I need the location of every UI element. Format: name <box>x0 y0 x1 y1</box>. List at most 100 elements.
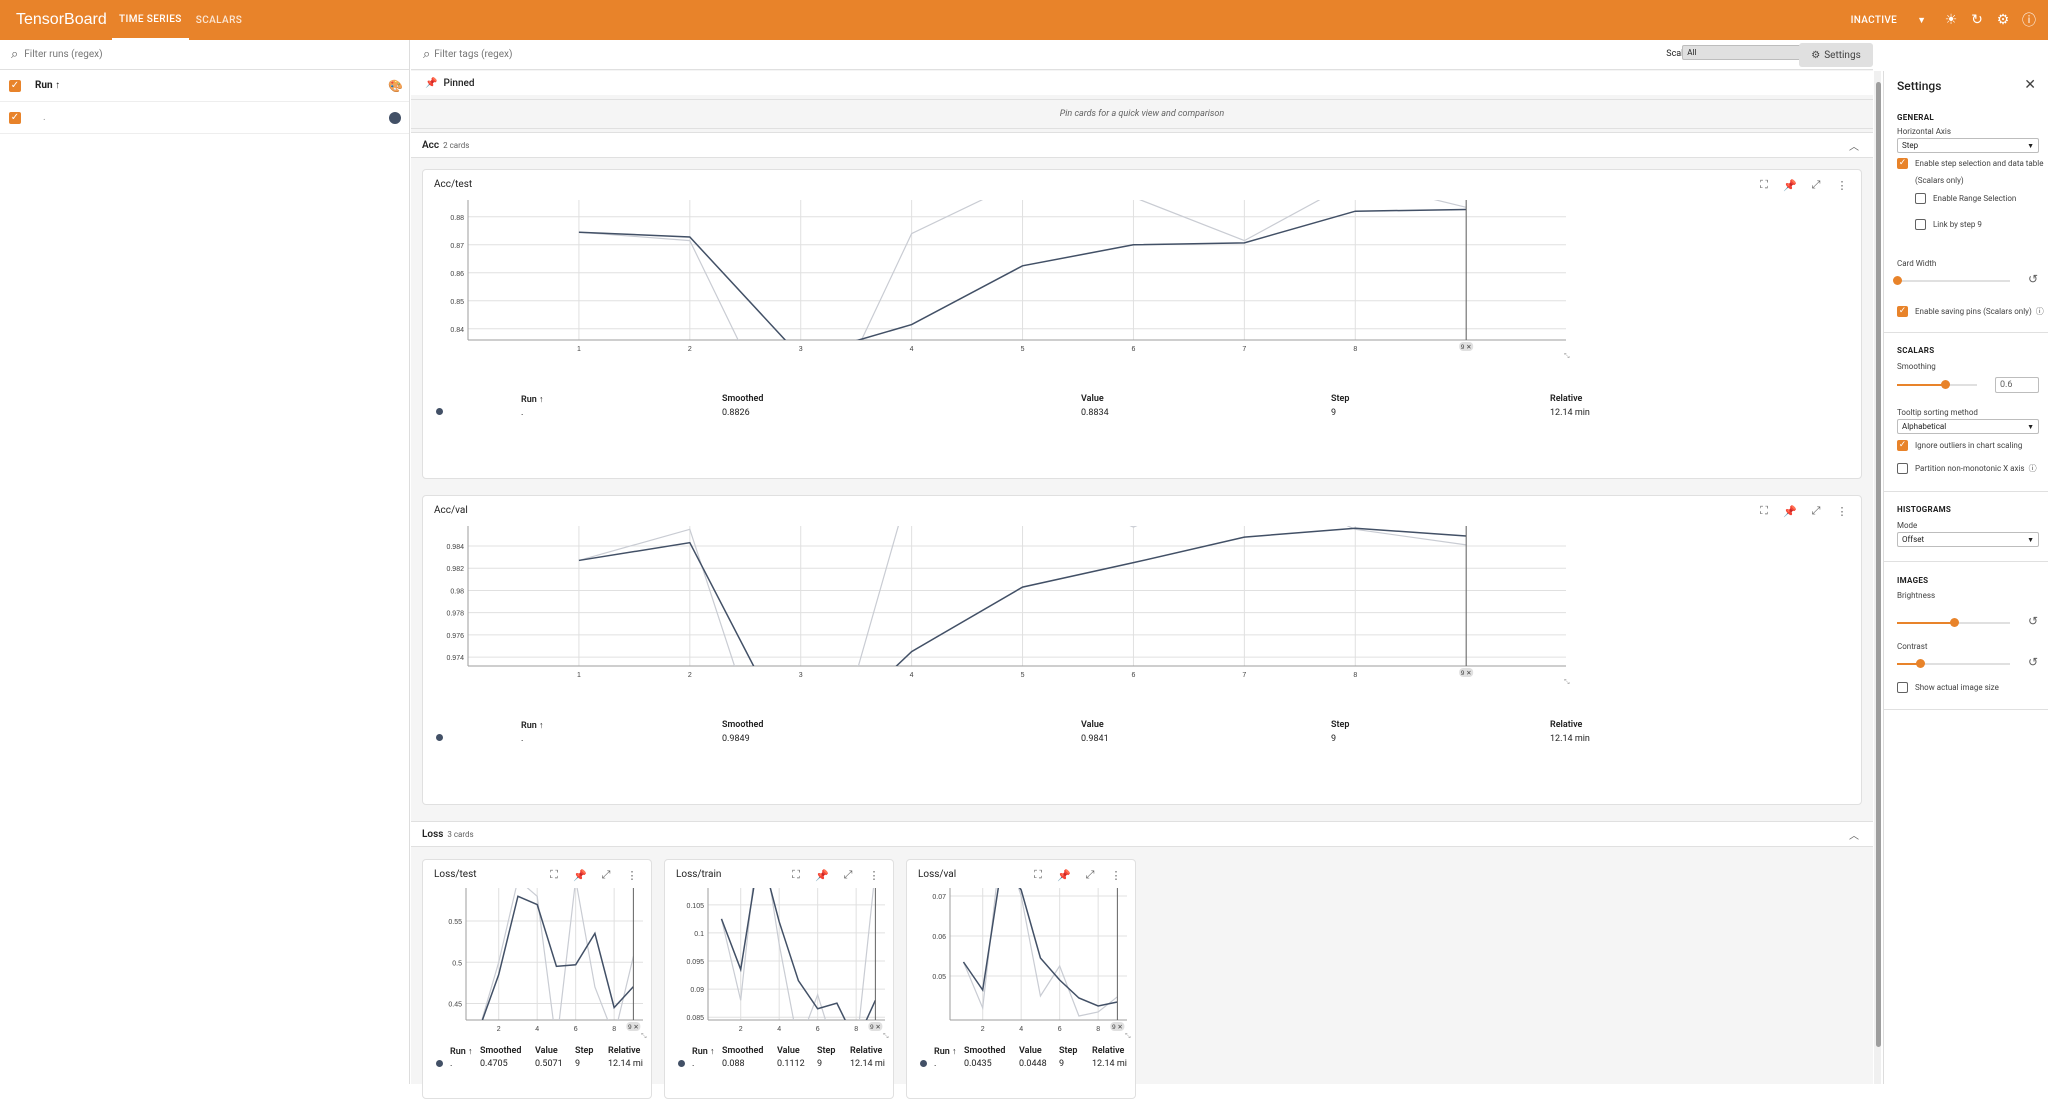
run-color-swatch[interactable] <box>389 111 401 124</box>
search-icon: ⌕ <box>11 47 19 62</box>
y-tick-label: 0.55 <box>448 919 462 926</box>
y-tick-label: 0.86 <box>450 271 464 278</box>
chevron-down-icon[interactable]: ▼ <box>1917 15 1926 26</box>
col-value: Value <box>1081 394 1104 404</box>
close-icon[interactable]: ✕ <box>2024 77 2036 93</box>
scalar-card-acc-test: Acc/test ⛶ 📌 ⤢ ⋮ 1234567890.840.850.860.… <box>422 169 1862 479</box>
contrast-slider[interactable] <box>1897 659 2010 669</box>
tab-scalars[interactable]: SCALARS <box>189 0 250 40</box>
tab-time-series[interactable]: TIME SERIES <box>112 0 189 40</box>
dropdown-arrow-icon: ▼ <box>2027 141 2034 150</box>
x-tick-label: 6 <box>1132 672 1136 679</box>
series-line-raw <box>962 888 1118 1017</box>
smoothing-input[interactable]: 0.6 <box>1995 377 2039 393</box>
refresh-icon[interactable]: ↻ <box>1964 7 1990 33</box>
pinned-header: 📌 Pinned <box>411 71 1873 95</box>
x-tick-label: 4 <box>910 672 914 679</box>
y-tick-label: 0.84 <box>450 327 464 334</box>
y-tick-label: 0.974 <box>446 655 464 662</box>
chevron-up-icon[interactable]: ︿ <box>1849 138 1859 153</box>
scalar-card-acc-val: Acc/val ⛶ 📌 ⤢ ⋮ 1234567890.9740.9760.978… <box>422 495 1862 805</box>
enable-saving-pins-checkbox[interactable]: ✓ Enable saving pins (Scalars only) ⓘ <box>1897 303 2044 320</box>
resize-handle-icon: ⤡ <box>1564 353 1570 360</box>
run-color-dot <box>436 1060 443 1067</box>
runs-header-row: ✓ Run ↑ 🎨 <box>0 70 409 102</box>
card-title: Acc/val <box>434 505 468 516</box>
theme-icon[interactable]: ☀ <box>1938 7 1964 33</box>
card-title: Loss/train <box>676 869 722 880</box>
x-tick-label: 6 <box>816 1026 820 1033</box>
resize-handle-icon: ⤡ <box>641 1033 647 1040</box>
card-width-slider[interactable] <box>1893 276 2010 286</box>
group-header-loss[interactable]: Loss 3 cards ︿ <box>411 821 1873 847</box>
x-tick-label: 5 <box>1021 346 1025 353</box>
run-color-dot <box>678 1060 685 1067</box>
section-general: GENERAL <box>1897 113 1935 122</box>
col-relative: Relative <box>1550 720 1583 730</box>
help-icon[interactable]: ⓘ <box>2016 7 2042 33</box>
brightness-slider[interactable] <box>1897 618 2010 628</box>
settings-pane: Settings ✕ GENERAL Horizontal Axis Step ▼… <box>1883 71 2048 1084</box>
chevron-up-icon[interactable]: ︿ <box>1849 827 1859 842</box>
col-run[interactable]: Run ↑ <box>521 720 544 731</box>
tag-filter-input[interactable]: Filter tags (regex) <box>434 49 512 60</box>
chart-loss-train[interactable]: 2 4 6 8 0.085 0.09 0.095 0.1 0.105 9 ✕⤡ <box>665 880 893 1040</box>
palette-icon[interactable]: 🎨 <box>388 79 403 93</box>
pinned-empty-message: Pin cards for a quick view and compariso… <box>411 99 1873 129</box>
y-tick-label: 0.06 <box>932 934 946 941</box>
search-icon: ⌕ <box>423 47 431 62</box>
run-checkbox[interactable]: ✓ <box>9 111 21 124</box>
tag-filter-bar: ⌕ Filter tags (regex) All Scalars Image … <box>411 40 1873 70</box>
reset-icon[interactable]: ↺ <box>2028 614 2038 628</box>
link-by-step-checkbox[interactable]: Link by step 9 <box>1915 216 1982 233</box>
x-tick-label: 8 <box>854 1026 858 1033</box>
x-tick-label: 8 <box>612 1026 616 1033</box>
x-tick-label: 7 <box>1242 346 1246 353</box>
run-column-header[interactable]: Run ↑ <box>35 80 60 91</box>
help-icon[interactable]: ⓘ <box>2036 303 2044 320</box>
histogram-mode-select[interactable]: Offset ▼ <box>1897 532 2039 547</box>
ignore-outliers-checkbox[interactable]: ✓ Ignore outliers in chart scaling <box>1897 437 2022 454</box>
x-tick-label: 1 <box>577 672 581 679</box>
y-tick-label: 0.98 <box>450 588 464 595</box>
enable-range-selection-checkbox[interactable]: Enable Range Selection <box>1915 190 2016 207</box>
col-smoothed: Smoothed <box>722 394 764 404</box>
smoothing-slider[interactable] <box>1897 380 1997 390</box>
group-header-acc[interactable]: Acc 2 cards ︿ <box>411 132 1873 158</box>
runs-filter-input[interactable]: ⌕ Filter runs (regex) <box>0 40 409 70</box>
partition-x-axis-checkbox[interactable]: Partition non-monotonic X axis ⓘ <box>1897 460 2037 477</box>
y-tick-label: 0.976 <box>446 633 464 640</box>
main-dashboard: ⌕ Filter tags (regex) All Scalars Image … <box>411 40 1873 1099</box>
y-tick-label: 0.09 <box>690 987 704 994</box>
series-line-raw <box>720 888 875 1020</box>
chart-loss-val[interactable]: 2 4 6 8 0.05 0.06 0.07 9 ✕⤡ <box>907 880 1135 1040</box>
y-tick-label: 0.984 <box>446 544 464 551</box>
chart-loss-test[interactable]: 2 4 6 8 0.45 0.5 0.55 9 ✕⤡ <box>423 880 651 1040</box>
top-app-bar: TensorBoard TIME SERIES SCALARS INACTIVE… <box>0 0 2048 40</box>
col-run[interactable]: Run ↑ <box>521 394 544 405</box>
gear-icon[interactable]: ⚙ <box>1990 7 2016 33</box>
resize-handle-icon: ⤡ <box>1564 679 1570 686</box>
resize-handle-icon: ⤡ <box>1125 1033 1131 1040</box>
enable-step-selection-checkbox[interactable]: ✓ Enable step selection and data table (Sc… <box>1897 155 2047 189</box>
step-selector-label: 9 ✕ <box>1112 1024 1123 1031</box>
card-title: Acc/test <box>434 179 473 190</box>
reset-icon[interactable]: ↺ <box>2028 655 2038 669</box>
x-tick-label: 3 <box>799 672 803 679</box>
x-tick-label: 8 <box>1353 346 1357 353</box>
scrollbar-thumb[interactable] <box>1876 82 1881 1047</box>
show-actual-size-checkbox[interactable]: Show actual image size <box>1897 679 1999 696</box>
x-tick-label: 2 <box>688 672 692 679</box>
section-histograms: HISTOGRAMS <box>1897 505 1952 514</box>
x-tick-label: 8 <box>1353 672 1357 679</box>
horizontal-axis-select[interactable]: Step ▼ <box>1897 138 2039 153</box>
chart-acc-val[interactable]: 1234567890.9740.9760.9780.980.9820.9849 … <box>423 516 1861 706</box>
tooltip-sort-select[interactable]: Alphabetical ▼ <box>1897 419 2039 434</box>
reset-icon[interactable]: ↺ <box>2028 272 2038 286</box>
section-scalars: SCALARS <box>1897 346 1935 355</box>
select-all-checkbox[interactable]: ✓ <box>9 79 21 92</box>
settings-button[interactable]: ⚙ Settings <box>1799 43 1873 67</box>
help-icon[interactable]: ⓘ <box>2029 460 2037 477</box>
card-title: Loss/val <box>918 869 957 880</box>
chart-acc-test[interactable]: 1234567890.840.850.860.870.889 ✕⤡ <box>423 190 1861 380</box>
